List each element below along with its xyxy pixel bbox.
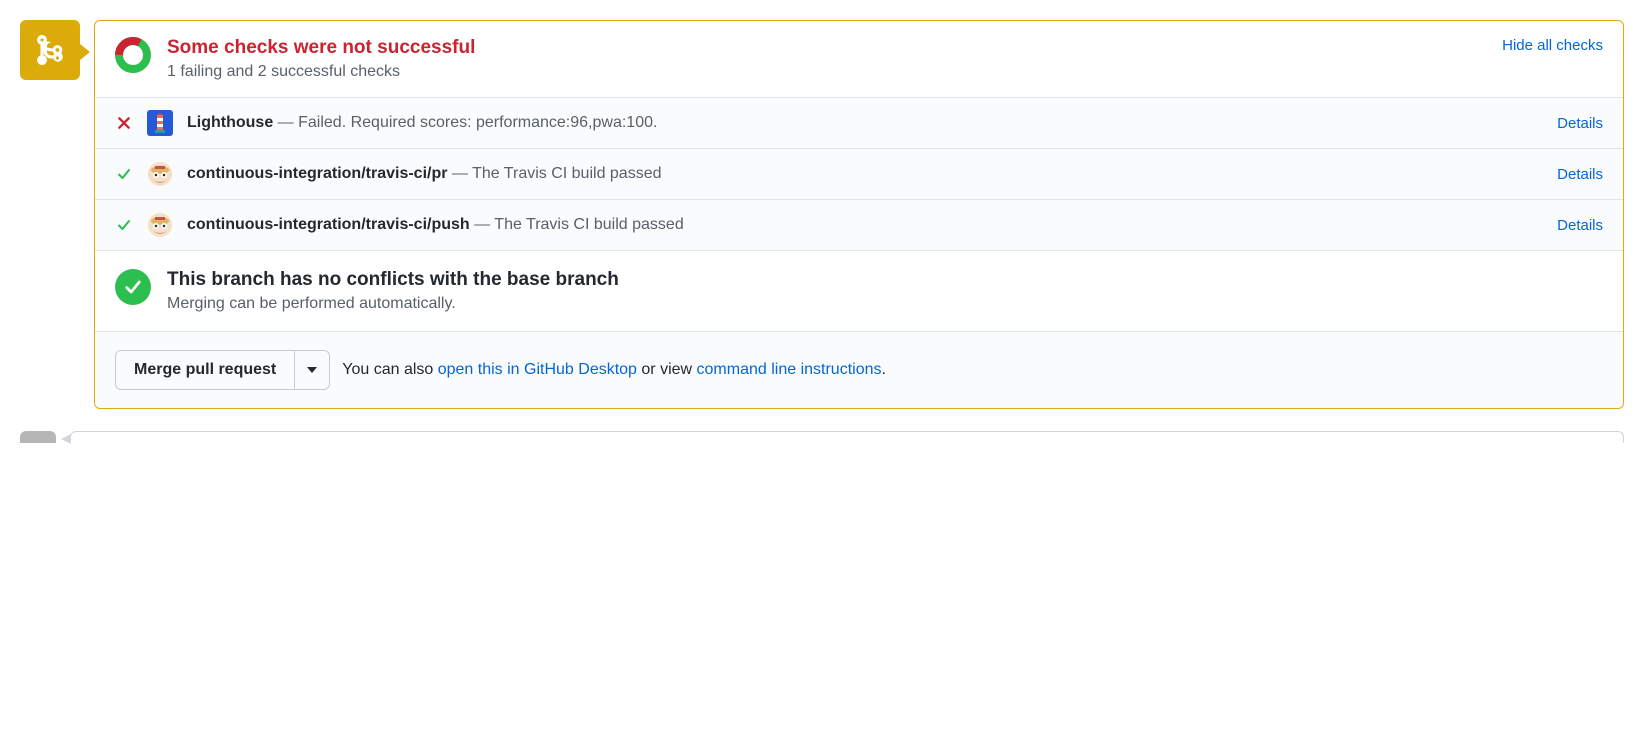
check-context: continuous-integration/travis-ci/push — [187, 216, 470, 233]
check-message: The Travis CI build passed — [472, 165, 661, 182]
comment-box-stub — [20, 431, 1624, 443]
status-pass-icon — [115, 165, 133, 183]
check-row: continuous-integration/travis-ci/push — … — [95, 200, 1623, 251]
comment-input-stub[interactable] — [70, 431, 1624, 443]
status-fail-icon — [115, 114, 133, 132]
merge-section: Merge pull request You can also open thi… — [95, 332, 1623, 408]
hide-all-checks-link[interactable]: Hide all checks — [1502, 37, 1603, 54]
checks-summary-title: Some checks were not successful — [167, 37, 1486, 59]
merge-button-group: Merge pull request — [115, 350, 330, 390]
check-row: Lighthouse — Failed. Required scores: pe… — [95, 98, 1623, 149]
open-desktop-link[interactable]: open this in GitHub Desktop — [438, 361, 637, 378]
travis-app-icon — [147, 212, 173, 238]
caret-down-icon — [307, 367, 317, 373]
check-message: The Travis CI build passed — [494, 216, 683, 233]
git-merge-icon — [33, 33, 67, 67]
avatar-stub — [20, 431, 56, 443]
check-text: continuous-integration/travis-ci/push — … — [187, 216, 1543, 234]
check-text: continuous-integration/travis-ci/pr — Th… — [187, 165, 1543, 183]
command-line-link[interactable]: command line instructions — [697, 361, 882, 378]
checks-donut-icon — [115, 37, 151, 73]
lighthouse-app-icon — [147, 110, 173, 136]
checks-list: Lighthouse — Failed. Required scores: pe… — [95, 97, 1623, 251]
check-row: continuous-integration/travis-ci/pr — Th… — [95, 149, 1623, 200]
merge-dropdown-button[interactable] — [294, 350, 330, 390]
status-pass-icon — [115, 216, 133, 234]
check-details-link[interactable]: Details — [1557, 166, 1603, 183]
check-context: continuous-integration/travis-ci/pr — [187, 165, 447, 182]
conflicts-subtitle: Merging can be performed automatically. — [167, 295, 1603, 313]
merge-pull-request-button[interactable]: Merge pull request — [115, 350, 294, 390]
merge-hint-text: You can also open this in GitHub Desktop… — [342, 361, 886, 379]
check-text: Lighthouse — Failed. Required scores: pe… — [187, 114, 1543, 132]
check-details-link[interactable]: Details — [1557, 217, 1603, 234]
no-conflicts-icon — [115, 269, 151, 305]
conflicts-section: This branch has no conflicts with the ba… — [95, 251, 1623, 332]
checks-panel: Some checks were not successful 1 failin… — [94, 20, 1624, 409]
conflicts-title: This branch has no conflicts with the ba… — [167, 269, 1603, 291]
travis-app-icon — [147, 161, 173, 187]
check-message: Failed. Required scores: performance:96,… — [298, 114, 657, 131]
checks-summary-subtitle: 1 failing and 2 successful checks — [167, 63, 1486, 81]
check-context: Lighthouse — [187, 114, 273, 131]
checks-summary-header: Some checks were not successful 1 failin… — [95, 21, 1623, 97]
merge-status-badge — [20, 20, 80, 80]
check-details-link[interactable]: Details — [1557, 115, 1603, 132]
